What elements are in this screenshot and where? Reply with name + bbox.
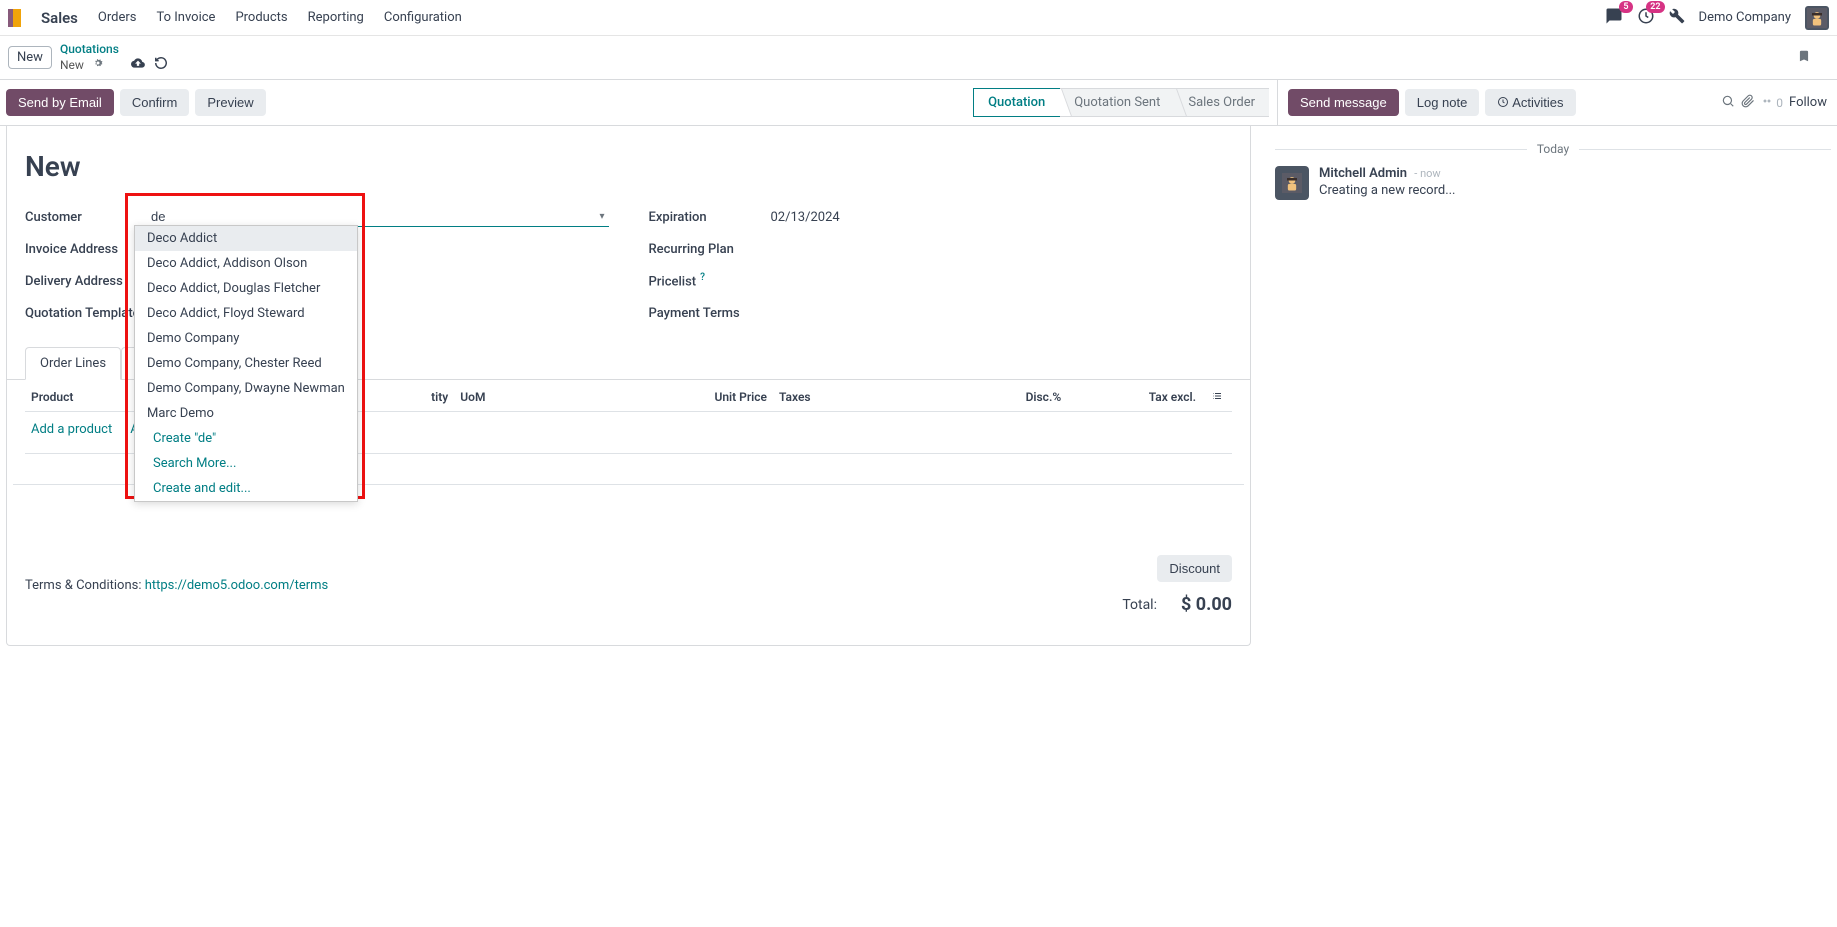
chatter-toolbar: Send message Log note Activities 0 Follo…: [1277, 80, 1837, 125]
col-options-icon[interactable]: [1202, 390, 1232, 405]
app-logo[interactable]: [8, 9, 21, 27]
label-recurring-plan: Recurring Plan: [649, 242, 771, 257]
tab-order-lines[interactable]: Order Lines: [25, 347, 121, 380]
dropdown-item[interactable]: Marc Demo: [135, 401, 357, 426]
confirm-button[interactable]: Confirm: [120, 89, 190, 116]
dropdown-item[interactable]: Deco Addict: [135, 226, 357, 251]
discount-button[interactable]: Discount: [1157, 555, 1232, 582]
dropdown-item[interactable]: Deco Addict, Addison Olson: [135, 251, 357, 276]
form-sheet: New Customer ▾ Invoice Address: [6, 126, 1251, 646]
col-uom: UoM: [454, 390, 589, 405]
send-message-button[interactable]: Send message: [1288, 89, 1399, 116]
message-avatar: [1275, 166, 1309, 200]
terms-and-conditions: Terms & Conditions: https://demo5.odoo.c…: [25, 578, 328, 593]
col-unit-price: Unit Price: [589, 390, 773, 405]
nav-to-invoice[interactable]: To Invoice: [146, 4, 225, 31]
attachment-icon[interactable]: [1741, 94, 1755, 112]
company-selector[interactable]: Demo Company: [1699, 10, 1791, 25]
follower-count[interactable]: 0: [1761, 96, 1783, 110]
bookmark-icon[interactable]: [1797, 48, 1811, 68]
dropdown-item[interactable]: Deco Addict, Douglas Fletcher: [135, 276, 357, 301]
user-avatar[interactable]: [1805, 6, 1829, 30]
nav-orders[interactable]: Orders: [88, 4, 147, 31]
dropdown-item[interactable]: Deco Addict, Floyd Steward: [135, 301, 357, 326]
gear-icon[interactable]: [92, 57, 104, 72]
activities-button[interactable]: Activities: [1485, 89, 1575, 116]
search-icon[interactable]: [1721, 94, 1735, 112]
cloud-save-icon[interactable]: [130, 56, 146, 73]
col-taxes: Taxes: [773, 390, 932, 405]
breadcrumb-parent[interactable]: Quotations: [60, 42, 168, 56]
expiration-field[interactable]: 02/13/2024: [771, 210, 1233, 225]
dropdown-search-more[interactable]: Search More...: [135, 451, 357, 476]
chevron-down-icon[interactable]: ▾: [599, 211, 604, 222]
nav-configuration[interactable]: Configuration: [374, 4, 472, 31]
action-bar: Send by Email Confirm Preview Quotation …: [0, 80, 1277, 125]
breadcrumb-bar: New Quotations New: [0, 36, 1837, 79]
message-author[interactable]: Mitchell Admin: [1319, 166, 1407, 181]
new-record-button[interactable]: New: [8, 46, 52, 69]
stage-sales-order[interactable]: Sales Order: [1174, 88, 1269, 117]
customer-dropdown: Deco Addict Deco Addict, Addison Olson D…: [134, 225, 358, 502]
dropdown-item[interactable]: Demo Company: [135, 326, 357, 351]
nav-reporting[interactable]: Reporting: [298, 4, 374, 31]
label-expiration: Expiration: [649, 210, 771, 225]
nav-app-name[interactable]: Sales: [31, 3, 88, 33]
breadcrumb-current: New: [60, 58, 84, 72]
customer-field[interactable]: ▾: [147, 207, 609, 227]
log-note-button[interactable]: Log note: [1405, 89, 1480, 116]
chatter-date-separator: Today: [1527, 142, 1579, 156]
discard-icon[interactable]: [154, 56, 168, 73]
label-payment-terms: Payment Terms: [649, 306, 771, 321]
customer-input[interactable]: [151, 209, 599, 224]
stage-quotation[interactable]: Quotation: [973, 88, 1060, 117]
label-invoice-address: Invoice Address: [25, 242, 147, 257]
debug-icon[interactable]: [1669, 8, 1685, 28]
col-disc: Disc.%: [932, 390, 1067, 405]
chatter: Today Mitchell Admin - now Creating a ne…: [1275, 126, 1831, 646]
total-amount: $ 0.00: [1181, 594, 1232, 615]
dropdown-create[interactable]: Create "de": [135, 426, 357, 451]
label-customer: Customer: [25, 210, 147, 225]
dropdown-item[interactable]: Demo Company, Dwayne Newman: [135, 376, 357, 401]
top-nav: Sales Orders To Invoice Products Reporti…: [0, 0, 1837, 36]
label-pricelist: Pricelist?: [649, 272, 771, 289]
send-by-email-button[interactable]: Send by Email: [6, 89, 114, 116]
preview-button[interactable]: Preview: [195, 89, 265, 116]
col-tax-excl: Tax excl.: [1067, 390, 1202, 405]
message-time: - now: [1414, 167, 1440, 180]
chat-badge: 5: [1619, 1, 1632, 13]
dropdown-item[interactable]: Demo Company, Chester Reed: [135, 351, 357, 376]
help-icon[interactable]: ?: [700, 272, 705, 283]
nav-products[interactable]: Products: [225, 4, 297, 31]
add-product-link[interactable]: Add a product: [31, 422, 112, 437]
chat-icon[interactable]: 5: [1605, 7, 1623, 29]
label-delivery-address: Delivery Address: [25, 274, 147, 289]
message-body: Creating a new record...: [1319, 183, 1456, 198]
status-bar: Quotation Quotation Sent Sales Order: [973, 88, 1269, 117]
terms-link[interactable]: https://demo5.odoo.com/terms: [145, 578, 329, 593]
activity-clock-icon[interactable]: 22: [1637, 7, 1655, 29]
stage-quotation-sent[interactable]: Quotation Sent: [1060, 88, 1174, 117]
chatter-message: Mitchell Admin - now Creating a new reco…: [1275, 166, 1831, 200]
page-title: New: [25, 150, 1250, 183]
follow-button[interactable]: Follow: [1789, 95, 1827, 110]
dropdown-create-edit[interactable]: Create and edit...: [135, 476, 357, 501]
total-label: Total:: [1122, 597, 1157, 613]
activity-badge: 22: [1646, 1, 1664, 13]
